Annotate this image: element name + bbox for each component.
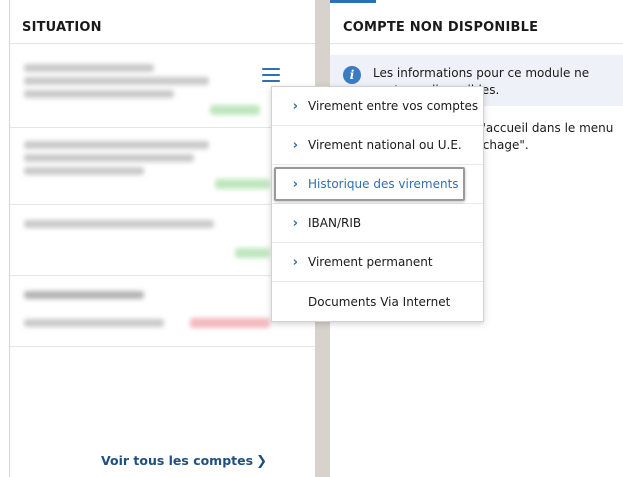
menu-item-virement-national[interactable]: › Virement national ou U.E. <box>272 126 483 165</box>
menu-item-historique-virements[interactable]: › Historique des virements <box>272 165 483 204</box>
compte-non-disponible-title: COMPTE NON DISPONIBLE <box>330 3 623 44</box>
account-name-blurred <box>24 220 214 228</box>
account-name-blurred <box>24 291 144 299</box>
account-detail-blurred <box>24 77 209 85</box>
account-detail-blurred <box>24 154 194 162</box>
menu-item-virement-permanent[interactable]: › Virement permanent <box>272 243 483 282</box>
chevron-right-icon: › <box>292 176 298 192</box>
info-icon: i <box>343 66 361 84</box>
menu-item-label: Virement permanent <box>308 255 433 269</box>
chevron-right-icon: › <box>292 215 298 231</box>
hamburger-icon[interactable] <box>262 68 280 82</box>
situation-title: SITUATION <box>10 3 316 44</box>
chevron-right-icon: › <box>292 137 298 153</box>
chevron-right-icon: › <box>292 98 298 114</box>
chevron-right-icon: › <box>292 254 298 270</box>
account-detail-blurred <box>24 167 144 175</box>
menu-item-virement-entre-comptes[interactable]: › Virement entre vos comptes <box>272 87 483 126</box>
account-name-blurred <box>24 64 154 72</box>
chevron-right-icon: ❯ <box>256 454 267 469</box>
menu-item-label: Historique des virements <box>308 177 459 191</box>
account-balance-blurred <box>210 105 260 115</box>
account-balance-blurred <box>190 318 270 328</box>
menu-item-label: Documents Via Internet <box>308 294 451 309</box>
menu-item-iban-rib[interactable]: › IBAN/RIB <box>272 204 483 243</box>
account-balance-blurred <box>215 179 270 189</box>
account-detail-blurred <box>24 319 164 327</box>
menu-item-label: IBAN/RIB <box>308 216 362 230</box>
voir-tous-les-comptes-link[interactable]: Voir tous les comptes ❯ <box>101 453 267 469</box>
account-detail-blurred <box>24 90 174 98</box>
menu-item-documents-via-internet[interactable]: Documents Via Internet <box>272 282 483 321</box>
menu-item-label: Virement entre vos comptes <box>308 99 479 113</box>
account-balance-blurred <box>235 248 270 258</box>
account-name-blurred <box>24 141 209 149</box>
menu-item-label: Virement national ou U.E. <box>308 138 462 152</box>
virement-dropdown-menu: › Virement entre vos comptes › Virement … <box>271 86 484 322</box>
voir-link-label: Voir tous les comptes <box>101 453 254 468</box>
